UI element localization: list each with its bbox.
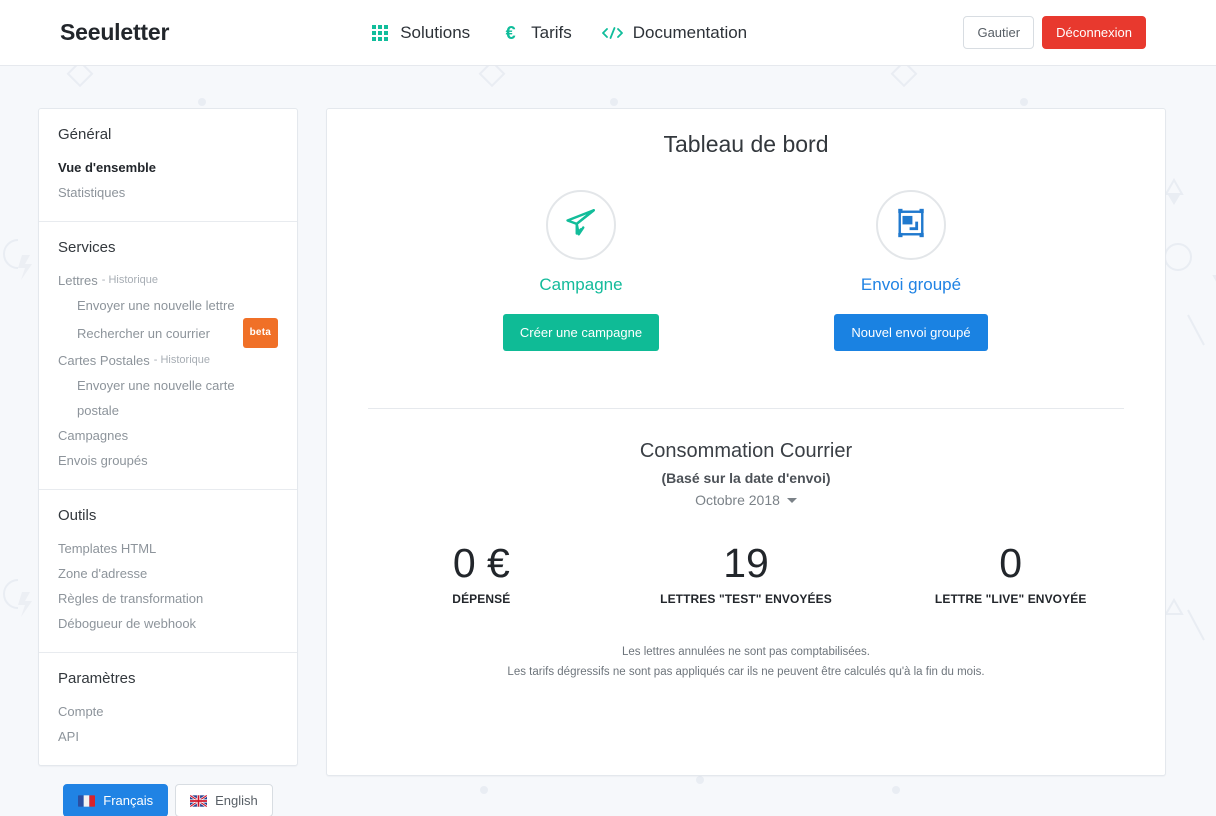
sidebar-group-title: Services: [58, 239, 116, 256]
language-button-francais[interactable]: Français: [63, 784, 169, 816]
sidebar-item-label: Rechercher un courrier: [77, 325, 210, 341]
sidebar-group-outils: Outils Templates HTML Zone d'adresse Règ…: [39, 490, 297, 653]
sidebar-item-debogueur-de-webhook[interactable]: Débogueur de webhook: [58, 611, 278, 636]
group-objects-icon: [894, 206, 928, 245]
nav-link-label: Solutions: [400, 22, 471, 42]
stat-lettres-test: 19 LETTRES "TEST" ENVOYÉES: [614, 540, 879, 607]
main-content: Tableau de bord Campagne Créer une campa…: [326, 108, 1166, 816]
stats-row: 0 € DÉPENSÉ 19 LETTRES "TEST" ENVOYÉES 0…: [349, 540, 1143, 607]
nav-links: Solutions € Tarifs Documentation: [369, 22, 747, 43]
sidebar: Général Vue d'ensemble Statistiques Serv…: [38, 108, 298, 816]
note-line: Les lettres annulées ne sont pas comptab…: [621, 646, 871, 659]
status-badge-beta: beta: [242, 318, 278, 348]
chevron-down-icon: [786, 497, 797, 503]
period-dropdown[interactable]: Octobre 2018: [695, 492, 797, 508]
stat-value: 0 €: [452, 540, 510, 586]
language-switch: Français English: [38, 784, 298, 816]
page-body: Général Vue d'ensemble Statistiques Serv…: [0, 66, 1216, 816]
dashboard-card: Tableau de bord Campagne Créer une campa…: [326, 108, 1166, 776]
action-tile-campagne: Campagne Créer une campagne: [481, 190, 681, 351]
sidebar-item-templates-html[interactable]: Templates HTML: [58, 536, 278, 561]
page-title: Tableau de bord: [663, 131, 829, 157]
section-divider: [368, 408, 1124, 409]
sidebar-item-campagnes[interactable]: Campagnes: [58, 423, 278, 448]
sidebar-item-envoyer-une-nouvelle-lettre[interactable]: Envoyer une nouvelle lettre: [58, 293, 278, 318]
create-campaign-button[interactable]: Créer une campagne: [502, 314, 660, 351]
stat-depense: 0 € DÉPENSÉ: [349, 540, 614, 607]
sidebar-item-lettres[interactable]: Lettres - Historique: [58, 268, 278, 293]
stat-label: LETTRE "LIVE" ENVOYÉE: [934, 592, 1087, 607]
sidebar-item-envoyer-une-nouvelle-carte-postale[interactable]: Envoyer une nouvelle carte postale: [58, 373, 278, 423]
quick-actions: Campagne Créer une campagne Envoi groupé…: [349, 190, 1143, 351]
flag-uk-icon: [190, 794, 208, 807]
sidebar-item-api[interactable]: API: [58, 724, 278, 749]
stat-lettre-live: 0 LETTRE "LIVE" ENVOYÉE: [878, 540, 1143, 607]
sidebar-item-envois-groupes[interactable]: Envois groupés: [58, 448, 278, 473]
action-tile-envoi-groupe: Envoi groupé Nouvel envoi groupé: [811, 190, 1011, 351]
nav-link-label: Documentation: [632, 22, 748, 42]
language-label: English: [215, 793, 258, 808]
language-button-english[interactable]: English: [175, 784, 273, 816]
envoi-groupe-label[interactable]: Envoi groupé: [811, 275, 1011, 295]
code-icon: [601, 22, 623, 43]
nav-actions: Gautier Déconnexion: [963, 16, 1146, 49]
period-value: Octobre 2018: [695, 492, 780, 508]
sidebar-item-historique-link[interactable]: - Historique: [154, 348, 210, 373]
sidebar-item-cartes-postales[interactable]: Cartes Postales - Historique: [58, 348, 278, 373]
flag-france-icon: [78, 794, 96, 807]
paper-plane-icon: [564, 206, 598, 245]
sidebar-item-label: Cartes Postales: [58, 353, 150, 368]
brand-logo[interactable]: Seeuletter: [60, 19, 169, 46]
sidebar-item-label: Lettres: [58, 273, 98, 288]
stat-label: DÉPENSÉ: [452, 592, 511, 607]
sidebar-group-general: Général Vue d'ensemble Statistiques: [39, 109, 297, 222]
note-line: Les tarifs dégressifs ne sont pas appliq…: [507, 666, 985, 679]
grid-icon: [369, 22, 390, 43]
stat-label: LETTRES "TEST" ENVOYÉES: [660, 592, 832, 607]
sidebar-group-title: Général: [58, 126, 112, 143]
new-batch-button[interactable]: Nouvel envoi groupé: [834, 314, 988, 351]
nav-link-solutions[interactable]: Solutions: [369, 22, 470, 43]
sidebar-group-title: Paramètres: [58, 670, 136, 687]
stat-value: 0: [999, 540, 1023, 586]
language-label: Français: [103, 793, 154, 808]
sidebar-group-parametres: Paramètres Compte API: [39, 653, 297, 765]
euro-icon: €: [505, 22, 516, 43]
sidebar-item-statistiques[interactable]: Statistiques: [58, 180, 278, 205]
sidebar-group-services: Services Lettres - Historique Envoyer un…: [39, 222, 297, 490]
consumption-title: Consommation Courrier: [639, 440, 853, 462]
sidebar-card: Général Vue d'ensemble Statistiques Serv…: [38, 108, 298, 766]
user-menu-button[interactable]: Gautier: [963, 16, 1035, 49]
sidebar-item-historique-link[interactable]: - Historique: [102, 268, 158, 293]
sidebar-item-regles-de-transformation[interactable]: Règles de transformation: [58, 586, 278, 611]
consumption-section: Consommation Courrier (Basé sur la date …: [349, 440, 1143, 682]
logout-button[interactable]: Déconnexion: [1042, 16, 1146, 49]
campagne-label[interactable]: Campagne: [481, 275, 681, 295]
stat-value: 19: [723, 540, 769, 586]
consumption-notes: Les lettres annulées ne sont pas comptab…: [349, 642, 1143, 682]
sidebar-item-vue-densemble[interactable]: Vue d'ensemble: [58, 155, 278, 180]
nav-link-label: Tarifs: [531, 22, 572, 42]
top-navbar: Seeuletter Solutions € Tarifs Documentat…: [0, 0, 1216, 66]
nav-link-tarifs[interactable]: € Tarifs: [500, 22, 572, 43]
consumption-subtitle: (Basé sur la date d'envoi): [661, 470, 831, 486]
envoi-groupe-icon-circle[interactable]: [876, 190, 946, 260]
sidebar-item-zone-dadresse[interactable]: Zone d'adresse: [58, 561, 278, 586]
sidebar-item-rechercher-un-courrier[interactable]: Rechercher un courrier beta: [58, 318, 278, 348]
nav-link-documentation[interactable]: Documentation: [601, 22, 748, 43]
sidebar-group-title: Outils: [58, 507, 97, 524]
campagne-icon-circle[interactable]: [546, 190, 616, 260]
sidebar-item-compte[interactable]: Compte: [58, 699, 278, 724]
